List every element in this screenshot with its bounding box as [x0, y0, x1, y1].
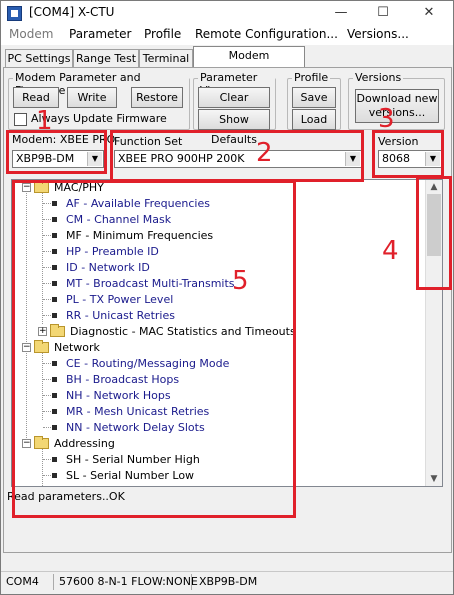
close-button[interactable]: ✕: [409, 3, 449, 23]
show-defaults-button[interactable]: Show Defaults: [198, 109, 270, 146]
window-title: [COM4] X-CTU: [29, 5, 115, 19]
read-button[interactable]: Read: [13, 87, 59, 108]
minimize-button[interactable]: —: [321, 3, 361, 23]
group-label: Versions: [353, 71, 404, 84]
menu-versions[interactable]: Versions...: [347, 27, 409, 41]
download-new-versions-button[interactable]: Download new versions...: [355, 89, 439, 123]
always-update-checkbox[interactable]: [14, 113, 27, 126]
status-port: COM4: [6, 575, 39, 588]
load-profile-button[interactable]: Load: [292, 109, 336, 130]
status-divider: [53, 574, 54, 590]
clear-screen-button[interactable]: Clear Screen: [198, 87, 270, 124]
status-settings: 57600 8-N-1 FLOW:NONE: [59, 575, 198, 588]
annotation-box-1: [6, 130, 107, 174]
group-parameter-view: Parameter View Clear Screen Show Default…: [193, 71, 276, 146]
group-profile: Profile Save Load: [287, 71, 341, 130]
tab-range-test[interactable]: Range Test: [73, 49, 139, 68]
annotation-box-3: [372, 130, 444, 178]
menu-remote-configuration[interactable]: Remote Configuration...: [195, 27, 338, 41]
status-bar: COM4 57600 8-N-1 FLOW:NONE XBP9B-DM: [1, 571, 453, 594]
annotation-box-2: [110, 130, 364, 182]
status-divider: [191, 574, 192, 590]
tab-modem-configuration[interactable]: Modem Configuration: [193, 46, 305, 80]
tab-terminal[interactable]: Terminal: [139, 49, 193, 68]
group-label: Profile: [292, 71, 331, 84]
annotation-number-2: 2: [256, 138, 273, 168]
tab-pc-settings[interactable]: PC Settings: [5, 49, 73, 68]
title-bar: [COM4] X-CTU — ☐ ✕: [1, 1, 453, 25]
menu-modem[interactable]: Modem: [9, 27, 53, 41]
status-modem: XBP9B-DM: [199, 575, 258, 588]
tab-strip: PC Settings Range Test Terminal Modem Co…: [1, 46, 453, 80]
write-button[interactable]: Write: [67, 87, 117, 108]
annotation-number-3: 3: [378, 104, 395, 134]
maximize-button[interactable]: ☐: [363, 3, 403, 23]
restore-button[interactable]: Restore: [131, 87, 183, 108]
menu-parameter[interactable]: Parameter: [69, 27, 131, 41]
group-versions: Versions Download new versions...: [348, 71, 445, 130]
menu-bar: Modem Parameter Profile Remote Configura…: [1, 25, 453, 45]
annotation-box-4: [416, 176, 452, 290]
annotation-box-5: [12, 180, 296, 518]
app-icon: [7, 6, 22, 21]
scroll-down-icon[interactable]: ▼: [426, 472, 442, 486]
annotation-number-4: 4: [382, 236, 399, 266]
save-profile-button[interactable]: Save: [292, 87, 336, 108]
annotation-number-5: 5: [232, 266, 249, 296]
annotation-number-1: 1: [36, 106, 53, 136]
menu-profile[interactable]: Profile: [144, 27, 181, 41]
